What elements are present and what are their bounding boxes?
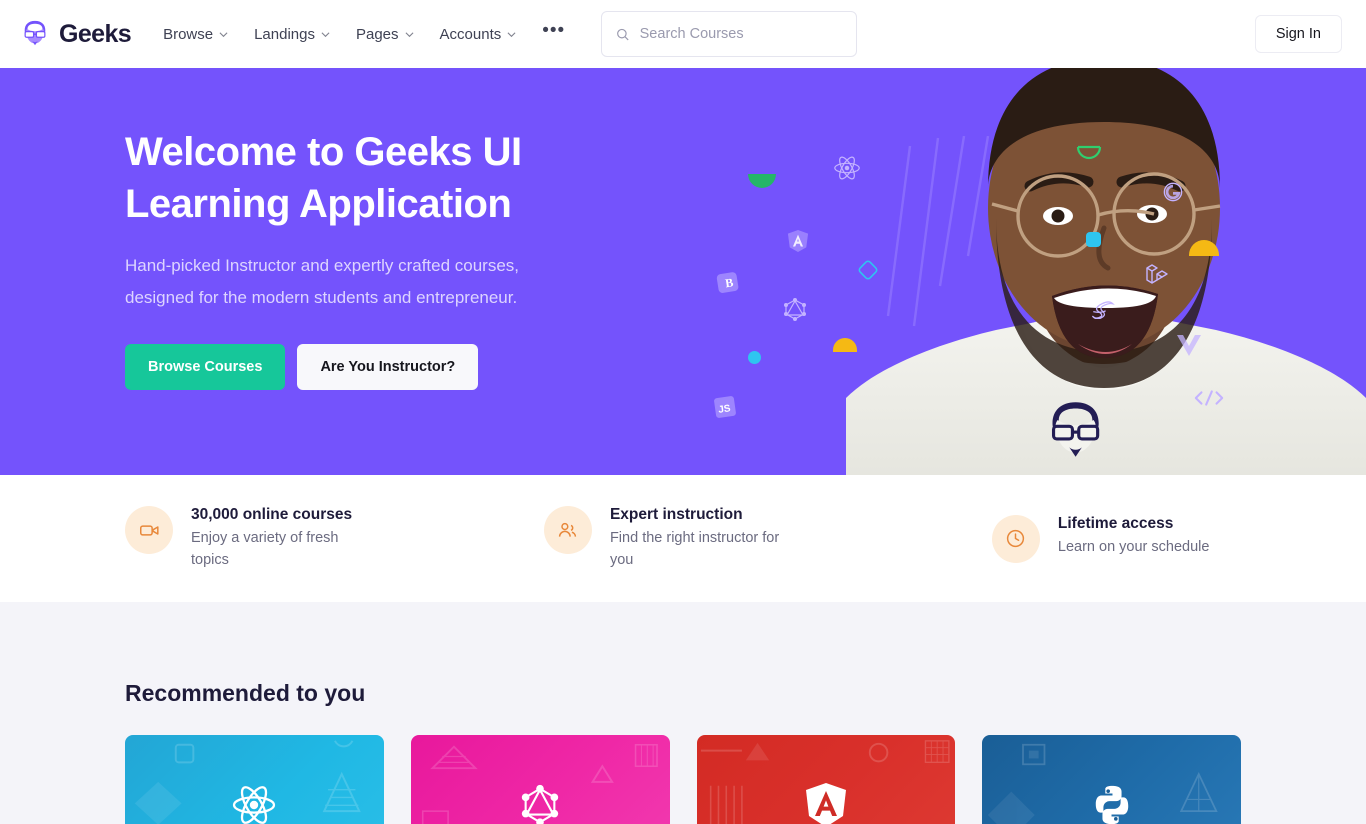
hero-section: B JS Welcome to Geeks UI Learning Applic… — [0, 68, 1366, 475]
clock-icon — [1007, 529, 1025, 548]
chevron-down-icon — [321, 31, 330, 37]
sign-in-button[interactable]: Sign In — [1254, 15, 1342, 53]
graphql-icon — [521, 784, 559, 824]
hero-title-line-2: Learning Application — [125, 182, 512, 226]
browse-courses-button[interactable]: Browse Courses — [125, 344, 286, 390]
people-icon — [559, 522, 577, 537]
feature-text: 30,000 online courses Enjoy a variety of… — [191, 506, 376, 571]
chevron-down-icon — [219, 31, 228, 37]
hero-title-line-1: Welcome to Geeks UI — [125, 130, 522, 174]
are-you-instructor-button[interactable]: Are You Instructor? — [297, 344, 479, 390]
gatsby-icon — [1163, 182, 1183, 202]
nav-links: Browse Landings Pages Accounts ••• — [163, 20, 565, 48]
search-icon — [617, 28, 629, 40]
geek-face-logo-icon — [24, 20, 46, 46]
cyan-square-icon — [1086, 232, 1101, 247]
brand-logo[interactable]: Geeks — [20, 19, 132, 49]
brand-name: Geeks — [59, 19, 132, 48]
page-title: Welcome to Geeks UI Learning Application — [125, 126, 560, 230]
svg-text:JS: JS — [718, 403, 732, 416]
bootstrap-icon: B — [716, 272, 739, 293]
diamond-outline-icon — [858, 260, 878, 280]
video-camera-icon-badge — [125, 506, 173, 554]
python-icon — [1095, 785, 1128, 824]
green-semicircle-icon — [748, 174, 776, 188]
course-card-graphql[interactable] — [410, 735, 670, 824]
recommended-section: Recommended to you — [0, 602, 1366, 824]
cyan-circle-icon — [748, 351, 761, 364]
recommended-title: Recommended to you — [125, 680, 366, 706]
code-tag-icon — [1194, 390, 1224, 406]
course-card-list — [125, 735, 1241, 824]
nav-item-browse[interactable]: Browse — [163, 26, 228, 43]
sass-icon — [1091, 301, 1115, 319]
green-semicircle-outline-icon — [1076, 145, 1102, 160]
chevron-down-icon — [507, 31, 516, 37]
feature-title: Lifetime access — [1057, 514, 1174, 532]
nav-item-label: Accounts — [439, 25, 502, 43]
feature-item-expert-instruction: Expert instruction Find the right instru… — [497, 506, 869, 571]
page-root: Geeks Browse Landings Pages Accounts ••• — [0, 0, 1366, 824]
nav-item-landings[interactable]: Landings — [254, 26, 330, 43]
feature-item-online-courses: 30,000 online courses Enjoy a variety of… — [125, 506, 497, 571]
angular-icon — [805, 783, 846, 824]
react-icon — [233, 786, 276, 824]
features-strip: 30,000 online courses Enjoy a variety of… — [0, 475, 1366, 602]
vue-icon — [1177, 335, 1201, 356]
chevron-down-icon — [405, 31, 414, 37]
top-navbar: Geeks Browse Landings Pages Accounts ••• — [0, 0, 1366, 68]
feature-description: Find the right instructor for you — [609, 530, 780, 568]
feature-title: 30,000 online courses — [191, 506, 353, 523]
feature-item-lifetime-access: Lifetime access Learn on your schedule — [869, 514, 1241, 563]
nav-item-label: Browse — [163, 25, 214, 43]
feature-text: Lifetime access Learn on your schedule — [1058, 515, 1210, 558]
video-camera-icon — [139, 524, 159, 536]
nav-item-pages[interactable]: Pages — [356, 26, 414, 43]
feature-text: Expert instruction Find the right instru… — [610, 506, 795, 571]
nav-right: Sign In — [1254, 15, 1342, 53]
course-card-react[interactable] — [125, 735, 384, 824]
laravel-icon — [1146, 264, 1168, 284]
hero-portrait-photo — [846, 68, 1366, 475]
feature-description: Learn on your schedule — [1057, 538, 1210, 555]
people-icon-badge — [543, 506, 592, 554]
graphql-icon — [784, 298, 806, 321]
feature-title: Expert instruction — [609, 506, 743, 523]
clock-icon-badge — [991, 514, 1040, 563]
nav-item-label: Landings — [254, 25, 315, 43]
search-box[interactable] — [601, 11, 858, 57]
angular-icon — [787, 230, 809, 252]
javascript-icon: JS — [714, 396, 736, 418]
feature-description: Enjoy a variety of fresh topics — [191, 530, 339, 568]
react-icon — [834, 156, 860, 180]
hero-content: Welcome to Geeks UI Learning Application… — [0, 68, 560, 390]
nav-more-icon[interactable]: ••• — [542, 20, 565, 48]
course-card-python[interactable] — [982, 735, 1241, 824]
nav-item-accounts[interactable]: Accounts — [440, 26, 517, 43]
hero-buttons: Browse Courses Are You Instructor? — [125, 344, 560, 390]
course-card-angular[interactable] — [696, 735, 956, 824]
hero-subtitle: Hand-picked Instructor and expertly craf… — [125, 256, 520, 307]
search-input[interactable] — [639, 26, 843, 42]
nav-item-label: Pages — [355, 25, 399, 43]
